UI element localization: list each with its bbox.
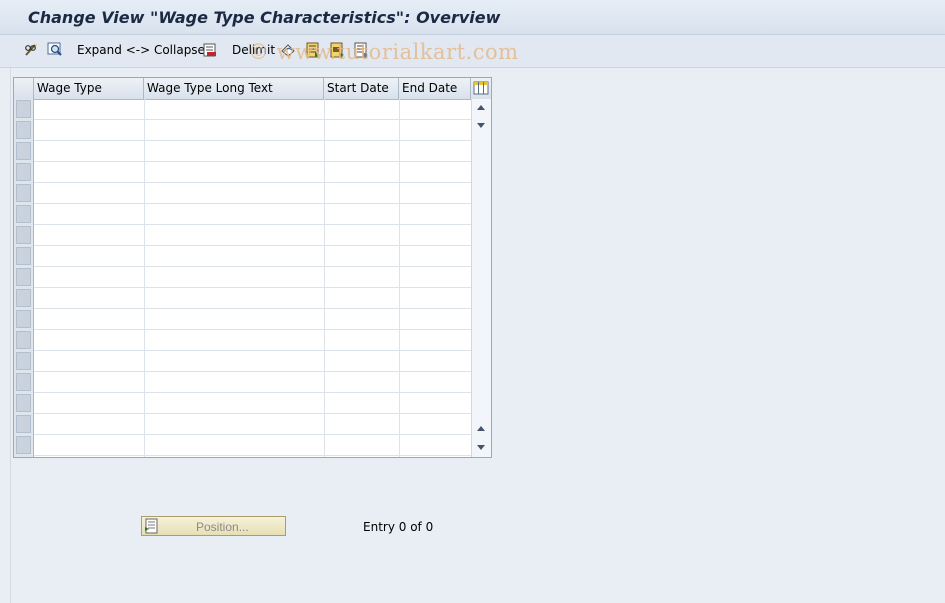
magnifier-icon [47,42,63,58]
display-change-button[interactable] [23,41,39,59]
table-row[interactable] [34,414,471,435]
expand-collapse-button[interactable]: Expand <-> Collapse [77,41,205,59]
column-header-wage-type[interactable]: Wage Type [34,78,144,99]
column-settings-button[interactable] [471,78,491,99]
row-selector[interactable] [16,310,31,328]
watermark-text: © www.tutorialkart.com [248,40,519,64]
row-selector[interactable] [16,394,31,412]
table-row[interactable] [34,288,471,309]
table-row[interactable] [34,183,471,204]
scroll-page-down-icon[interactable] [477,123,485,128]
row-selector[interactable] [16,373,31,391]
row-selector[interactable] [16,205,31,223]
position-button-label: Position... [196,520,249,534]
title-bar: Change View "Wage Type Characteristics":… [0,0,945,35]
table-row[interactable] [34,267,471,288]
delimit-icon-button[interactable] [202,41,218,59]
column-header-long-text[interactable]: Wage Type Long Text [144,78,324,99]
table-row[interactable] [34,120,471,141]
table-row[interactable] [34,393,471,414]
expand-collapse-label: Expand <-> Collapse [77,43,205,57]
row-selector[interactable] [16,226,31,244]
glasses-pencil-icon [23,42,39,58]
scroll-up-icon[interactable] [477,105,485,110]
column-header-end-date[interactable]: End Date [399,78,471,99]
row-selector[interactable] [16,163,31,181]
row-selector[interactable] [16,415,31,433]
column-divider [144,99,145,457]
position-button[interactable]: Position... [141,516,286,536]
table-row[interactable] [34,372,471,393]
scroll-down-icon[interactable] [477,445,485,450]
scroll-page-up-icon[interactable] [477,426,485,431]
table-row[interactable] [34,351,471,372]
table-row[interactable] [34,162,471,183]
row-selector[interactable] [16,142,31,160]
table-row[interactable] [34,309,471,330]
table-row[interactable] [34,246,471,267]
details-button[interactable] [47,41,63,59]
table-row[interactable] [34,435,471,456]
column-header-start-date[interactable]: Start Date [324,78,399,99]
column-settings-icon [473,80,489,96]
row-selector[interactable] [16,247,31,265]
position-icon [144,518,160,534]
table-row[interactable] [34,141,471,162]
column-divider [399,99,400,457]
column-divider [324,99,325,457]
divider [10,68,11,603]
row-selector[interactable] [16,289,31,307]
table-row[interactable] [34,99,471,120]
table-row[interactable] [34,204,471,225]
row-selector[interactable] [16,331,31,349]
table-row[interactable] [34,225,471,246]
row-selector[interactable] [16,352,31,370]
row-selector[interactable] [16,184,31,202]
row-selector[interactable] [16,436,31,454]
select-all-rows-cell[interactable] [14,78,34,99]
table-row[interactable] [34,330,471,351]
table-control: Wage Type Wage Type Long Text Start Date… [13,77,492,458]
vertical-scrollbar[interactable] [471,99,491,457]
row-selector[interactable] [16,121,31,139]
page-title: Change View "Wage Type Characteristics":… [28,8,501,27]
entry-count: Entry 0 of 0 [363,520,434,534]
table-header: Wage Type Wage Type Long Text Start Date… [14,78,491,100]
delimit-icon [202,42,218,58]
row-selector[interactable] [16,268,31,286]
row-selector[interactable] [16,100,31,118]
